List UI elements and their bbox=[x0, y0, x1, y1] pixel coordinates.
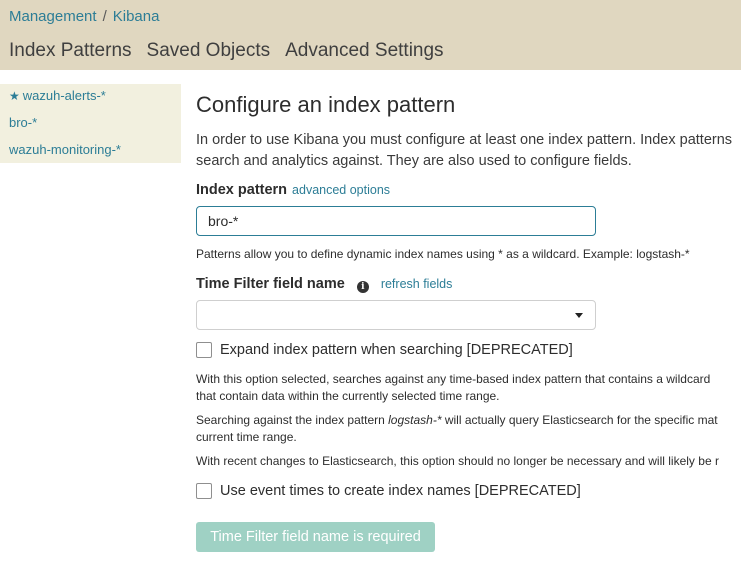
index-pattern-label: Index pattern bbox=[196, 182, 288, 198]
sidebar-item-bro[interactable]: bro-* bbox=[9, 115, 37, 130]
refresh-fields-link[interactable]: refresh fields bbox=[381, 277, 453, 291]
sidebar-item-wazuh-alerts[interactable]: ★ wazuh-alerts-* bbox=[9, 88, 106, 103]
time-filter-select[interactable] bbox=[196, 300, 596, 330]
tab-index-patterns[interactable]: Index Patterns bbox=[9, 40, 132, 62]
index-pattern-help: Patterns allow you to define dynamic ind… bbox=[196, 247, 690, 261]
index-pattern-label-row: Index pattern advanced options bbox=[196, 182, 390, 198]
sidebar-item-wazuh-monitoring[interactable]: wazuh-monitoring-* bbox=[9, 142, 121, 157]
expand-description-1-line-2: that contain data within the currently s… bbox=[196, 389, 500, 403]
expand-description-1: With this option selected, searches agai… bbox=[196, 371, 710, 405]
expand-description-1-line-1: With this option selected, searches agai… bbox=[196, 372, 711, 386]
index-pattern-list: ★ wazuh-alerts-* bro-* wazuh-monitoring-* bbox=[0, 84, 181, 163]
index-pattern-input[interactable] bbox=[196, 206, 596, 236]
event-times-checkbox[interactable] bbox=[196, 483, 212, 499]
intro-line-1: In order to use Kibana you must configur… bbox=[196, 132, 733, 148]
breadcrumb-management[interactable]: Management bbox=[9, 8, 97, 25]
breadcrumb-separator: / bbox=[102, 8, 107, 25]
create-index-pattern-button[interactable]: Time Filter field name is required bbox=[196, 522, 435, 552]
expand-description-2-post: will actually query Elasticsearch for th… bbox=[441, 413, 718, 427]
intro-line-2: search and analytics against. They are a… bbox=[196, 153, 632, 169]
main-content: Configure an index pattern In order to u… bbox=[196, 0, 741, 585]
expand-description-2-pre: Searching against the index pattern bbox=[196, 413, 389, 427]
expand-pattern-option: Expand index pattern when searching [DEP… bbox=[196, 342, 573, 358]
star-icon: ★ bbox=[9, 89, 20, 103]
expand-description-3: With recent changes to Elasticsearch, th… bbox=[196, 454, 719, 468]
event-times-label[interactable]: Use event times to create index names [D… bbox=[220, 483, 581, 499]
info-icon[interactable]: i bbox=[356, 281, 369, 293]
expand-description-2-example: logstash-* bbox=[388, 413, 442, 427]
expand-pattern-label[interactable]: Expand index pattern when searching [DEP… bbox=[220, 342, 573, 358]
caret-down-icon bbox=[575, 313, 583, 318]
advanced-options-link[interactable]: advanced options bbox=[292, 183, 390, 197]
breadcrumb: Management / Kibana bbox=[9, 8, 159, 25]
intro-text: In order to use Kibana you must configur… bbox=[196, 130, 741, 172]
time-filter-label-row: Time Filter field name i refresh fields bbox=[196, 276, 453, 293]
expand-pattern-checkbox[interactable] bbox=[196, 342, 212, 358]
time-filter-label: Time Filter field name bbox=[196, 276, 345, 292]
breadcrumb-kibana[interactable]: Kibana bbox=[113, 8, 160, 25]
expand-description-2: Searching against the index pattern logs… bbox=[196, 412, 718, 446]
sidebar-item-label: wazuh-alerts-* bbox=[22, 88, 106, 103]
event-times-option: Use event times to create index names [D… bbox=[196, 483, 581, 499]
sidebar-item-label: wazuh-monitoring-* bbox=[9, 142, 121, 157]
expand-description-2-line-2: current time range. bbox=[196, 430, 297, 444]
sidebar-item-label: bro-* bbox=[9, 115, 38, 130]
page-title: Configure an index pattern bbox=[196, 92, 456, 117]
